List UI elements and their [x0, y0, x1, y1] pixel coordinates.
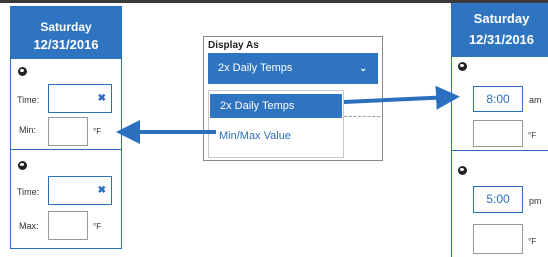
arrows-overlay [116, 85, 460, 144]
arrow-icon [343, 85, 460, 110]
